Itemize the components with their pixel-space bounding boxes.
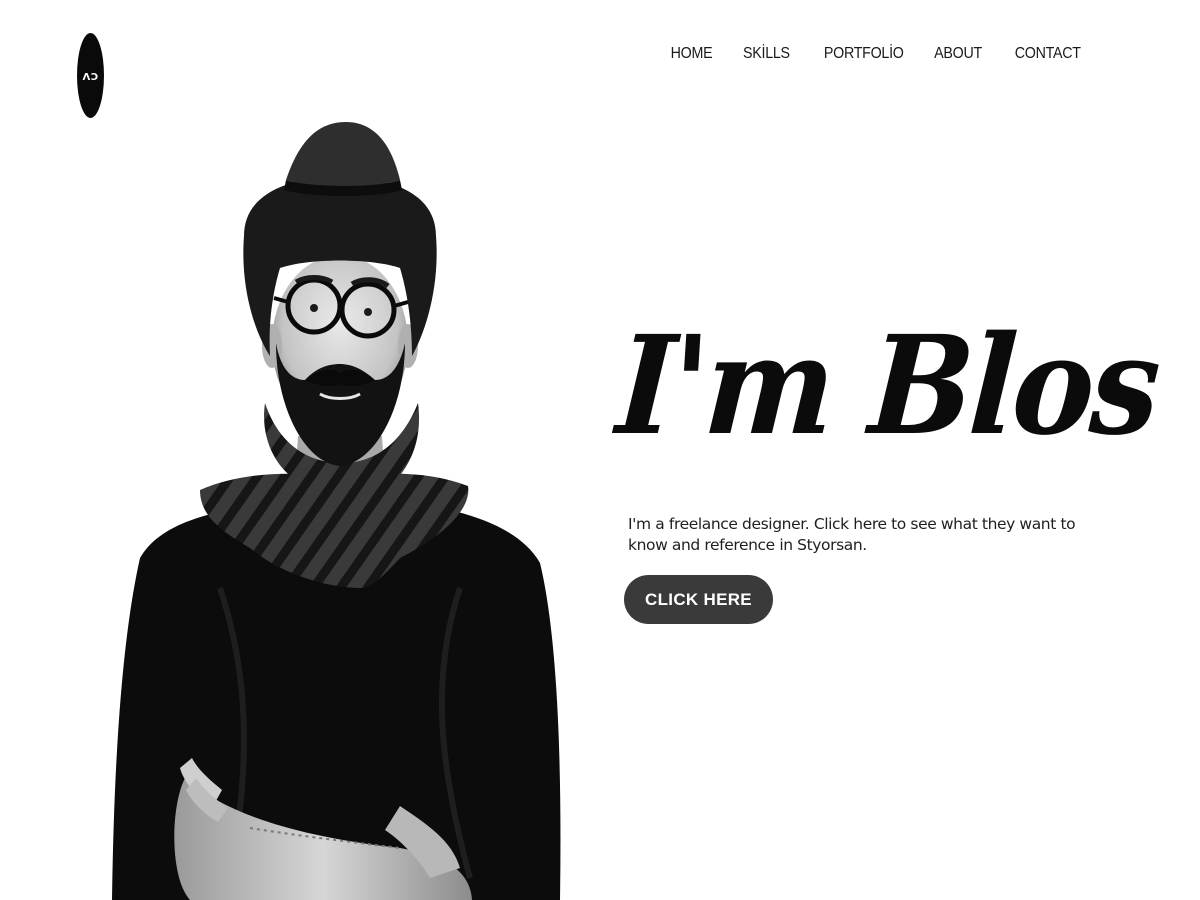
logo-text: CV xyxy=(82,70,99,81)
landing-page: CV HOME SKİLLS PORTFOLİO ABOUT CONTACT I… xyxy=(0,0,1200,900)
nav-portfolio[interactable]: PORTFOLİO xyxy=(824,45,904,63)
logo[interactable]: CV xyxy=(77,33,104,118)
hero-description: I'm a freelance designer. Click here to … xyxy=(628,515,1076,554)
portrait-photo xyxy=(112,122,561,900)
hero-title: I'm Blos xyxy=(612,306,1162,466)
nav-contact[interactable]: CONTACT xyxy=(1015,45,1081,63)
main-nav: HOME SKİLLS PORTFOLİO ABOUT CONTACT xyxy=(640,45,1081,63)
nav-home[interactable]: HOME xyxy=(670,45,712,63)
nav-skills[interactable]: SKİLLS xyxy=(743,45,790,63)
click-here-button[interactable]: CLICK HERE xyxy=(624,575,773,624)
nav-about[interactable]: ABOUT xyxy=(935,45,983,63)
